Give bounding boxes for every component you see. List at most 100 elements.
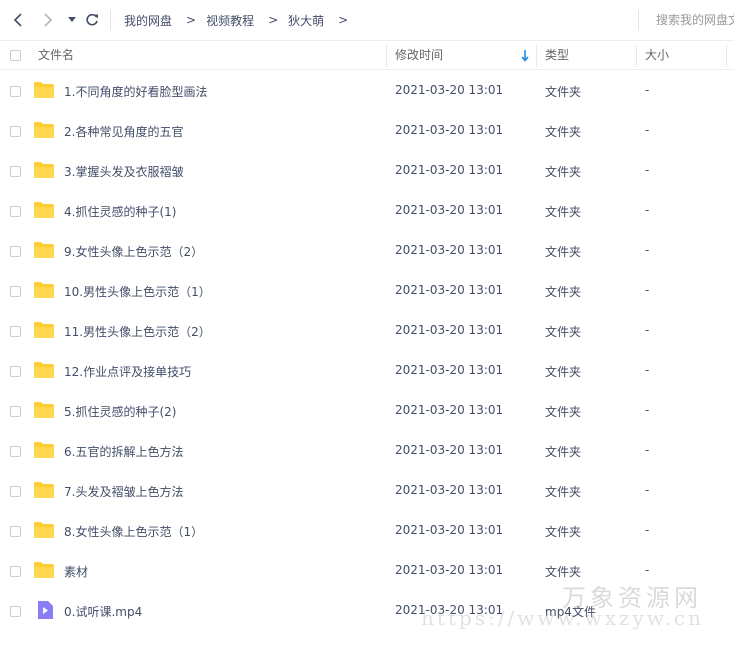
file-name[interactable]: 0.试听课.mp4 [64,603,142,620]
file-row[interactable]: 10.男性头像上色示范（1） 2021-03-20 13:01 文件夹 - [0,271,734,311]
column-header-size[interactable]: 大小 [645,41,669,70]
file-row[interactable]: 6.五官的拆解上色方法 2021-03-20 13:01 文件夹 - [0,431,734,471]
file-size: - [645,283,650,297]
row-checkbox[interactable] [10,606,21,617]
video-file-icon [38,601,53,619]
file-name[interactable]: 4.抓住灵感的种子(1) [64,203,176,220]
file-name[interactable]: 10.男性头像上色示范（1） [64,283,211,300]
file-type: 文件夹 [545,125,582,139]
row-checkbox[interactable] [10,446,21,457]
file-size: - [645,443,650,457]
folder-icon [34,362,54,378]
column-divider[interactable] [636,45,637,67]
file-modified-time: 2021-03-20 13:01 [395,483,504,497]
file-name[interactable]: 12.作业点评及接单技巧 [64,363,191,380]
row-checkbox[interactable] [10,486,21,497]
refresh-icon [86,13,98,26]
search-input[interactable] [648,10,734,30]
file-name[interactable]: 7.头发及褶皱上色方法 [64,483,183,500]
column-header-modified[interactable]: 修改时间 [395,41,443,70]
breadcrumb-item-videos[interactable]: 视频教程 [202,12,262,29]
caret-down-icon [68,17,76,22]
file-row[interactable]: 5.抓住灵感的种子(2) 2021-03-20 13:01 文件夹 - [0,391,734,431]
file-row[interactable]: 3.掌握头发及衣服褶皱 2021-03-20 13:01 文件夹 - [0,151,734,191]
refresh-button[interactable] [84,10,100,30]
file-name[interactable]: 5.抓住灵感的种子(2) [64,403,176,420]
file-modified-time: 2021-03-20 13:01 [395,523,504,537]
file-name[interactable]: 6.五官的拆解上色方法 [64,443,183,460]
row-checkbox[interactable] [10,286,21,297]
file-row[interactable]: 0.试听课.mp4 2021-03-20 13:01 mp4文件 [0,591,734,631]
file-list-header: 文件名 修改时间 类型 大小 [0,40,734,70]
row-checkbox[interactable] [10,126,21,137]
folder-icon [34,402,54,418]
file-name[interactable]: 9.女性头像上色示范（2） [64,243,203,260]
file-row[interactable]: 12.作业点评及接单技巧 2021-03-20 13:01 文件夹 - [0,351,734,391]
file-row[interactable]: 4.抓住灵感的种子(1) 2021-03-20 13:01 文件夹 - [0,191,734,231]
column-divider[interactable] [536,45,537,67]
row-checkbox[interactable] [10,326,21,337]
row-checkbox[interactable] [10,246,21,257]
file-type: 文件夹 [545,405,582,419]
column-divider[interactable] [386,45,387,67]
file-modified-time: 2021-03-20 13:01 [395,603,504,617]
folder-icon [34,202,54,218]
file-modified-time: 2021-03-20 13:01 [395,83,504,97]
folder-icon [34,82,54,98]
file-modified-time: 2021-03-20 13:01 [395,123,504,137]
file-type: 文件夹 [545,165,582,179]
folder-icon [34,282,54,298]
history-dropdown-button[interactable] [66,10,78,30]
chevron-left-icon [13,13,22,27]
select-all-checkbox[interactable] [10,50,21,61]
file-row[interactable]: 1.不同角度的好看脸型画法 2021-03-20 13:01 文件夹 - [0,71,734,111]
file-type: 文件夹 [545,285,582,299]
row-checkbox[interactable] [10,406,21,417]
file-type: 文件夹 [545,445,582,459]
column-divider[interactable] [726,45,727,67]
file-type: mp4文件 [545,605,596,619]
file-size: - [645,123,650,137]
file-row[interactable]: 2.各种常见角度的五官 2021-03-20 13:01 文件夹 - [0,111,734,151]
file-name[interactable]: 11.男性头像上色示范（2） [64,323,211,340]
file-size: - [645,203,650,217]
file-row[interactable]: 9.女性头像上色示范（2） 2021-03-20 13:01 文件夹 - [0,231,734,271]
file-row[interactable]: 素材 2021-03-20 13:01 文件夹 - [0,551,734,591]
file-size: - [645,363,650,377]
file-name[interactable]: 1.不同角度的好看脸型画法 [64,83,207,100]
chevron-right-icon [44,13,53,27]
folder-icon [34,562,54,578]
file-size: - [645,483,650,497]
folder-icon [34,482,54,498]
row-checkbox[interactable] [10,566,21,577]
file-name[interactable]: 2.各种常见角度的五官 [64,123,183,140]
file-name[interactable]: 素材 [64,563,88,580]
file-modified-time: 2021-03-20 13:01 [395,443,504,457]
back-button[interactable] [10,10,26,30]
file-row[interactable]: 8.女性头像上色示范（1） 2021-03-20 13:01 文件夹 - [0,511,734,551]
row-checkbox[interactable] [10,86,21,97]
file-row[interactable]: 11.男性头像上色示范（2） 2021-03-20 13:01 文件夹 - [0,311,734,351]
file-row[interactable]: 7.头发及褶皱上色方法 2021-03-20 13:01 文件夹 - [0,471,734,511]
file-type: 文件夹 [545,525,582,539]
sort-descending-icon[interactable] [521,50,529,62]
search-divider [638,10,639,30]
file-modified-time: 2021-03-20 13:01 [395,163,504,177]
file-type: 文件夹 [545,565,582,579]
row-checkbox[interactable] [10,366,21,377]
file-type: 文件夹 [545,485,582,499]
breadcrumb-item-current[interactable]: 狄大萌 [284,12,332,29]
column-header-name[interactable]: 文件名 [38,41,74,70]
file-size: - [645,323,650,337]
file-type: 文件夹 [545,205,582,219]
file-modified-time: 2021-03-20 13:01 [395,323,504,337]
breadcrumb-item-root[interactable]: 我的网盘 [110,12,180,29]
file-name[interactable]: 3.掌握头发及衣服褶皱 [64,163,183,180]
forward-button[interactable] [40,10,56,30]
file-type: 文件夹 [545,365,582,379]
column-header-type[interactable]: 类型 [545,41,569,70]
row-checkbox[interactable] [10,166,21,177]
file-name[interactable]: 8.女性头像上色示范（1） [64,523,203,540]
row-checkbox[interactable] [10,526,21,537]
row-checkbox[interactable] [10,206,21,217]
